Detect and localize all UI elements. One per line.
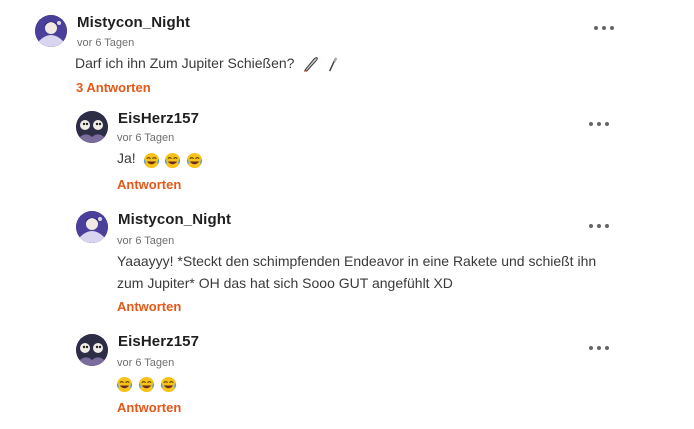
- comment-username[interactable]: Mistycon_Night: [118, 211, 231, 228]
- comment-text: Ja!: [117, 147, 204, 170]
- laughing-emoji: [165, 153, 181, 169]
- comment-timestamp: vor 6 Tagen: [117, 132, 175, 144]
- avatar[interactable]: [76, 111, 108, 143]
- comment-username[interactable]: EisHerz157: [118, 333, 199, 350]
- laughing-emoji: [138, 377, 155, 393]
- comment-text-body: Ja!: [117, 150, 136, 166]
- comment-username[interactable]: Mistycon_Night: [77, 14, 190, 31]
- comment-text: Yaaayyy! *Steckt den schimpfenden Endeav…: [117, 250, 596, 294]
- laughing-emoji: [187, 153, 203, 169]
- avatar[interactable]: [35, 15, 67, 47]
- more-options-icon[interactable]: [589, 343, 609, 353]
- more-options-icon[interactable]: [589, 119, 609, 129]
- reply-button[interactable]: Antworten: [117, 177, 181, 192]
- avatar[interactable]: [76, 334, 108, 366]
- comment-text: [116, 371, 178, 394]
- knife-icon: [329, 57, 338, 72]
- reply-button[interactable]: Antworten: [117, 299, 181, 314]
- view-replies-link[interactable]: 3 Antworten: [76, 80, 151, 95]
- comment-text-body: Darf ich ihn Zum Jupiter Schießen?: [75, 55, 295, 71]
- comment-timestamp: vor 6 Tagen: [117, 235, 175, 247]
- comment-timestamp: vor 6 Tagen: [117, 357, 175, 369]
- laughing-emoji: [143, 153, 159, 169]
- comment-text-line: Yaaayyy! *Steckt den schimpfenden Endeav…: [117, 253, 597, 269]
- emoji-group: [116, 372, 178, 394]
- laughing-emoji: [160, 377, 176, 393]
- emoji-group: [143, 148, 205, 170]
- comment-username[interactable]: EisHerz157: [118, 110, 199, 127]
- more-options-icon[interactable]: [594, 23, 614, 33]
- laughing-emoji: [116, 377, 133, 393]
- comment-text-line: zum Jupiter* OH das hat sich Sooo GUT an…: [117, 275, 453, 291]
- rocket-icon: [304, 56, 319, 72]
- comment-timestamp: vor 6 Tagen: [77, 37, 135, 49]
- more-options-icon[interactable]: [589, 221, 609, 231]
- avatar[interactable]: [76, 211, 108, 243]
- comment-text: Darf ich ihn Zum Jupiter Schießen?: [75, 52, 342, 74]
- reply-button[interactable]: Antworten: [117, 400, 181, 415]
